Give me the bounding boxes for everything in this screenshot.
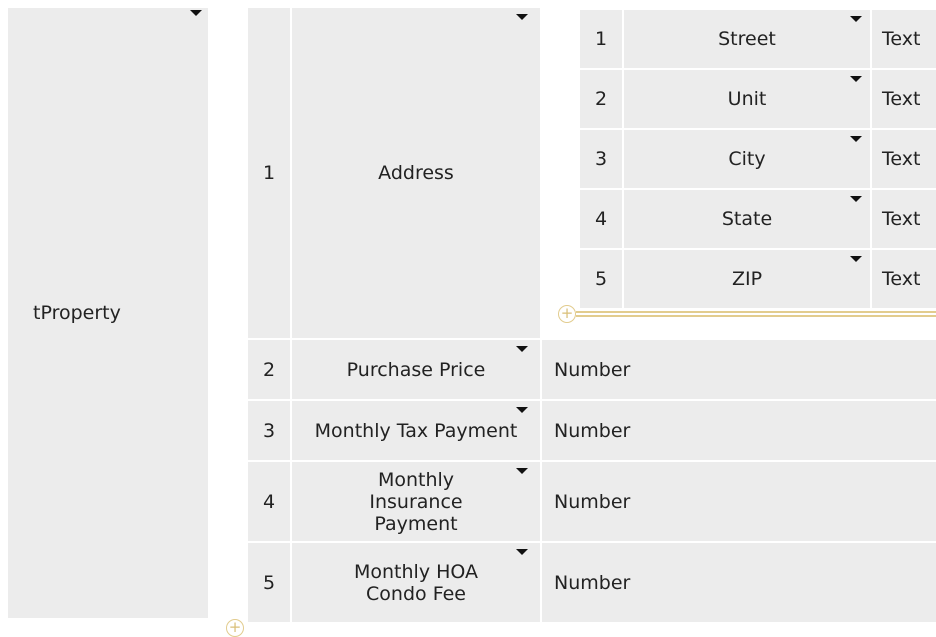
table-menu-caret-icon[interactable] — [190, 10, 202, 16]
subfield-index-cell: 2 — [580, 70, 622, 128]
plus-circle-icon[interactable]: + — [558, 305, 576, 323]
subfield-name: State — [721, 208, 773, 230]
table-name-cell[interactable]: tProperty — [8, 8, 208, 618]
subfield-type-cell[interactable]: Text — [872, 250, 936, 308]
field-menu-caret-icon[interactable] — [516, 14, 528, 20]
subfield-index: 4 — [594, 208, 608, 230]
field-menu-caret-icon[interactable] — [516, 549, 528, 555]
subfield-index-cell: 1 — [580, 10, 622, 68]
subfield-type: Text — [882, 268, 921, 290]
subfield-type-cell[interactable]: Text — [872, 70, 936, 128]
subfield-name-cell-unit[interactable]: Unit — [624, 70, 870, 128]
field-name: Purchase Price — [346, 358, 486, 381]
subfield-index: 2 — [594, 88, 608, 110]
subfield-menu-caret-icon[interactable] — [850, 16, 862, 22]
field-type: Number — [554, 358, 631, 381]
field-index-cell: 5 — [248, 543, 290, 622]
subfield-type: Text — [882, 88, 921, 110]
table-name-label: tProperty — [33, 302, 121, 324]
field-index-cell: 1 — [248, 8, 290, 338]
subfield-index: 1 — [594, 28, 608, 50]
field-type-cell[interactable]: Number — [542, 543, 936, 622]
subfield-name: Unit — [727, 88, 767, 110]
field-type: Number — [554, 571, 631, 594]
subfield-type: Text — [882, 208, 921, 230]
field-index: 5 — [262, 571, 276, 594]
subfield-index: 3 — [594, 148, 608, 170]
field-menu-caret-icon[interactable] — [516, 407, 528, 413]
subfield-name-cell-state[interactable]: State — [624, 190, 870, 248]
subfield-menu-caret-icon[interactable] — [850, 76, 862, 82]
subfield-type: Text — [882, 28, 921, 50]
subfield-menu-caret-icon[interactable] — [850, 256, 862, 262]
field-type-cell[interactable]: Number — [542, 401, 936, 460]
field-type-cell[interactable]: Number — [542, 462, 936, 541]
field-name: Monthly HOA Condo Fee — [353, 560, 479, 605]
add-subfield-line[interactable] — [576, 311, 936, 317]
subfield-index-cell: 5 — [580, 250, 622, 308]
subfield-index-cell: 4 — [580, 190, 622, 248]
field-name-cell-address[interactable]: Address — [292, 8, 540, 338]
field-menu-caret-icon[interactable] — [516, 468, 528, 474]
field-index-cell: 3 — [248, 401, 290, 460]
field-name-cell-purchase-price[interactable]: Purchase Price — [292, 340, 540, 399]
subfield-name: City — [728, 148, 766, 170]
field-name-cell-monthly-insurance-payment[interactable]: Monthly Insurance Payment — [292, 462, 540, 541]
subfield-menu-caret-icon[interactable] — [850, 196, 862, 202]
field-menu-caret-icon[interactable] — [516, 346, 528, 352]
subfield-type-cell[interactable]: Text — [872, 190, 936, 248]
field-index-cell: 4 — [248, 462, 290, 541]
field-index: 3 — [262, 419, 276, 442]
plus-circle-icon[interactable]: + — [226, 619, 244, 637]
field-name-cell-monthly-hoa-condo-fee[interactable]: Monthly HOA Condo Fee — [292, 543, 540, 622]
subfield-name: ZIP — [731, 268, 763, 290]
field-type: Number — [554, 419, 631, 442]
subfield-type: Text — [882, 148, 921, 170]
subfield-name-cell-zip[interactable]: ZIP — [624, 250, 870, 308]
subfield-name-cell-street[interactable]: Street — [624, 10, 870, 68]
subfield-index-cell: 3 — [580, 130, 622, 188]
field-name: Monthly Insurance Payment — [369, 468, 463, 535]
subfield-index: 5 — [594, 268, 608, 290]
field-type: Number — [554, 490, 631, 513]
field-name: Monthly Tax Payment — [314, 419, 518, 442]
field-index: 2 — [262, 358, 276, 381]
subfield-name: Street — [718, 28, 776, 50]
subfield-type-cell[interactable]: Text — [872, 10, 936, 68]
field-name: Address — [378, 162, 454, 184]
field-index: 4 — [262, 490, 276, 513]
field-index-cell: 2 — [248, 340, 290, 399]
subfield-menu-caret-icon[interactable] — [850, 136, 862, 142]
field-name-cell-monthly-tax-payment[interactable]: Monthly Tax Payment — [292, 401, 540, 460]
subfield-type-cell[interactable]: Text — [872, 130, 936, 188]
field-index: 1 — [262, 162, 276, 184]
field-type-cell[interactable]: Number — [542, 340, 936, 399]
subfield-name-cell-city[interactable]: City — [624, 130, 870, 188]
